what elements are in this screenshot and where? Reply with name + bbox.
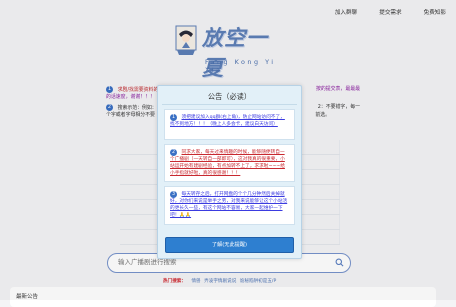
announcement-item-3: 3 每天转存之后，打开网盘的个个几分钟然后关掉就好，对你们来说是举手之劳，对我来… xyxy=(164,186,295,225)
hot-search-label: 热门搜索： xyxy=(163,279,186,284)
announcement-item-2: 2 同求大家，每天过来情趣的时候，能够随便转自一个广播剧（一天转自一部即可），这… xyxy=(164,144,295,182)
hot-search: 热门搜索： 情兽 弄凌字情剧说说 诡秘陷阱初是五/P xyxy=(163,278,278,284)
hot-keyword[interactable]: 情兽 xyxy=(191,279,200,284)
modal-body: 1 须把建议加入qq群(右上角)，防止网站访问不了，找不到地方！！！（晚上人多会… xyxy=(164,109,295,242)
modal-title: 公告（必读） xyxy=(207,92,252,101)
hot-keyword[interactable]: 诡秘陷阱初是五/P xyxy=(240,279,276,284)
item-number-2: 2 xyxy=(170,149,177,156)
item-number-1: 1 xyxy=(170,114,177,121)
hot-keyword[interactable]: 弄凌字情剧说说 xyxy=(204,279,236,284)
announcement-item-1-text: 须把建议加入qq群(右上角)，防止网站访问不了，找不到地方！！！（晚上人多会卡，… xyxy=(170,115,285,127)
announcement-item-2-text: 同求大家，每天过来情趣的时候，能够随便转自一个广播剧（一天转自一部即可），这对我… xyxy=(170,150,285,176)
dismiss-button[interactable]: 了解(无此提醒) xyxy=(165,237,294,253)
announcement-item-1: 1 须把建议加入qq群(右上角)，防止网站访问不了，找不到地方！！！（晚上人多会… xyxy=(164,109,295,140)
announcement-modal: 公告（必读） 1 须把建议加入qq群(右上角)，防止网站访问不了，找不到地方！！… xyxy=(157,85,302,259)
item-number-3: 3 xyxy=(170,191,177,198)
modal-divider xyxy=(162,104,297,105)
announcement-item-3-text: 每天转存之后，打开网盘的个个几分钟然后关掉就好，对你们来说是举手之劳，对我来说能… xyxy=(170,192,288,218)
